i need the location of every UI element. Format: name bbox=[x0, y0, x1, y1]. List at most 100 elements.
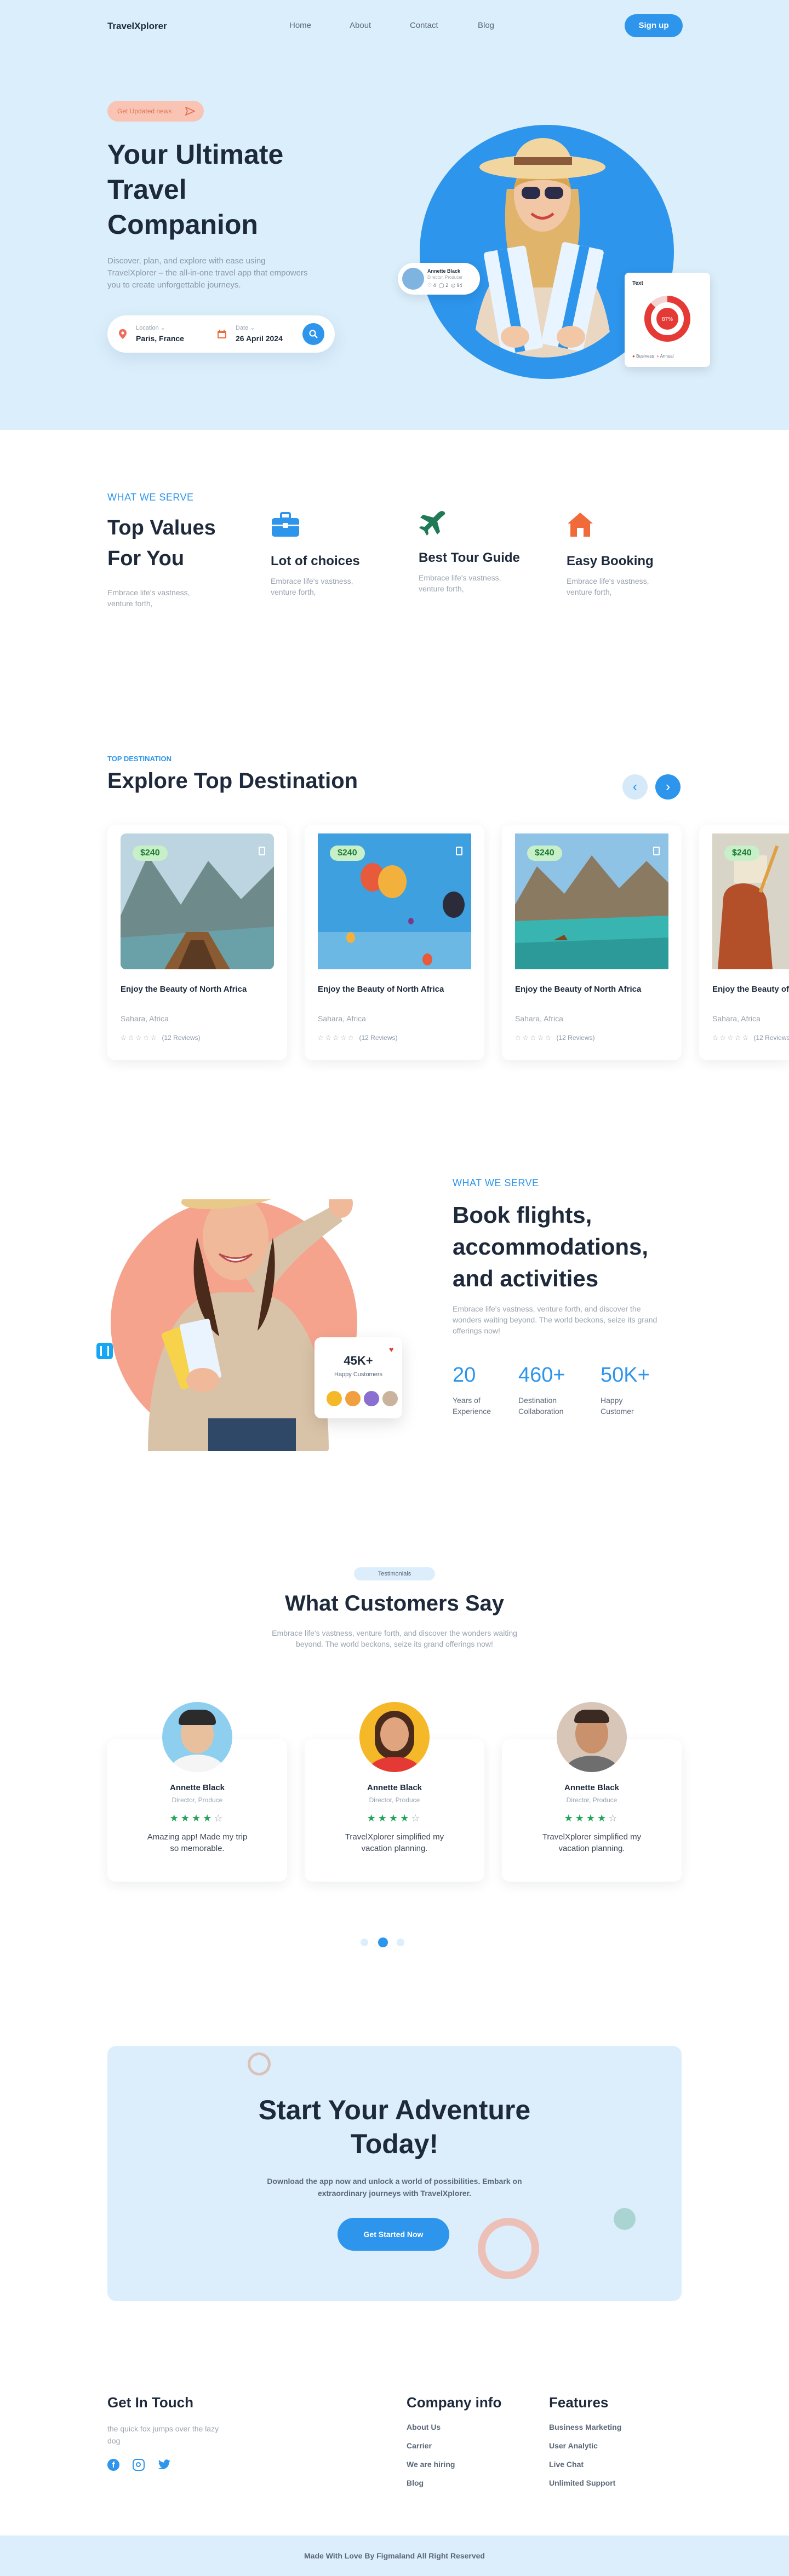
destination-title: Enjoy the Beauty of North Africa bbox=[712, 985, 789, 994]
booking-desc: Embrace life's vastness, venture forth, … bbox=[453, 1304, 658, 1335]
donut-center-label: 87% bbox=[662, 317, 673, 323]
profile-card: Annette Black Director, Producer ♡ 4 ◯ 2… bbox=[398, 263, 480, 295]
bookmark-icon[interactable] bbox=[259, 847, 265, 855]
testimonial-quote: TravelXplorer simplified my vacation pla… bbox=[345, 1832, 444, 1853]
footer-link[interactable]: Carrier bbox=[407, 2441, 432, 2450]
avatar bbox=[325, 1390, 343, 1407]
footer-bottom-bar: Made With Love By Figmaland All Right Re… bbox=[0, 2535, 789, 2576]
values-kicker: WHAT WE SERVE bbox=[107, 492, 194, 503]
destination-rating: ☆☆☆☆☆ (12 Reviews) bbox=[515, 1034, 595, 1042]
footer-link[interactable]: Blog bbox=[407, 2479, 424, 2487]
avatar bbox=[344, 1390, 362, 1407]
avatar bbox=[363, 1390, 380, 1407]
stat-destination: 460+ Destination Collaboration bbox=[518, 1364, 579, 1417]
star-rating: ★★★★☆ bbox=[169, 1813, 225, 1824]
hero-subtitle: Discover, plan, and explore with ease us… bbox=[107, 256, 308, 290]
news-badge-label: Get Updated news bbox=[117, 107, 172, 115]
nav-contact[interactable]: Contact bbox=[410, 21, 438, 30]
carousel-dot-active[interactable] bbox=[378, 1937, 388, 1947]
bookmark-icon[interactable] bbox=[653, 847, 660, 855]
news-badge[interactable]: Get Updated news bbox=[107, 101, 204, 122]
testimonial-card: Annette Black Director, Produce ★★★★☆ Tr… bbox=[502, 1702, 682, 1882]
destinations-kicker: TOP DESTINATION bbox=[107, 755, 172, 763]
avatar bbox=[402, 268, 424, 290]
customers-label: Happy Customers bbox=[334, 1371, 383, 1378]
testimonial-name: Annette Black bbox=[367, 1783, 422, 1792]
search-button[interactable] bbox=[302, 323, 324, 345]
app-icon bbox=[96, 1343, 113, 1359]
stat-experience: 20 Years of Experience bbox=[453, 1364, 502, 1417]
destination-title: Enjoy the Beauty of North Africa bbox=[515, 985, 642, 994]
logo[interactable]: TravelXplorer bbox=[107, 21, 167, 32]
next-button[interactable]: › bbox=[655, 774, 681, 800]
happy-customers-card: ♥ 45K+ Happy Customers bbox=[315, 1337, 402, 1418]
cta-section: Start Your Adventure Today! Download the… bbox=[107, 2046, 682, 2301]
chart-card-title: Text bbox=[632, 280, 643, 286]
nav-about[interactable]: About bbox=[350, 21, 371, 30]
testimonials-desc: Embrace life's vastness, venture forth, … bbox=[272, 1629, 517, 1648]
nav-blog[interactable]: Blog bbox=[478, 21, 494, 30]
testimonial-card: Annette Black Director, Produce ★★★★☆ Am… bbox=[107, 1702, 287, 1882]
destination-location: Sahara, Africa bbox=[515, 1014, 563, 1023]
bookmark-icon[interactable] bbox=[456, 847, 462, 855]
price-badge: $240 bbox=[330, 846, 365, 861]
twitter-icon[interactable] bbox=[158, 2459, 171, 2470]
value-title: Lot of choices bbox=[271, 554, 360, 568]
destination-card[interactable]: $240 Enjoy the Beauty of North Africa Sa… bbox=[107, 825, 287, 1060]
booking-kicker: WHAT WE SERVE bbox=[453, 1177, 539, 1188]
carousel-dot[interactable] bbox=[361, 1939, 368, 1946]
chart-legend: ● Business ● Annual bbox=[632, 354, 674, 359]
get-started-button[interactable]: Get Started Now bbox=[338, 2218, 449, 2251]
footer-link[interactable]: User Analytic bbox=[549, 2441, 598, 2450]
send-icon bbox=[185, 107, 195, 116]
footer-link[interactable]: Unlimited Support bbox=[549, 2479, 615, 2487]
instagram-icon[interactable] bbox=[133, 2459, 145, 2471]
footer-link[interactable]: About Us bbox=[407, 2423, 441, 2431]
facebook-icon[interactable]: f bbox=[107, 2459, 119, 2471]
destination-rating: ☆☆☆☆☆ (12 Reviews) bbox=[318, 1034, 398, 1042]
date-label: Date ⌄ bbox=[236, 325, 255, 331]
footer-link[interactable]: We are hiring bbox=[407, 2460, 455, 2469]
value-title: Best Tour Guide bbox=[419, 550, 520, 565]
values-title: Top Values For You bbox=[107, 516, 216, 570]
date-value[interactable]: 26 April 2024 bbox=[236, 334, 283, 343]
testimonial-name: Annette Black bbox=[564, 1783, 620, 1792]
chevron-right-icon: › bbox=[665, 778, 671, 795]
testimonial-role: Director, Produce bbox=[369, 1796, 420, 1804]
copyright: Made With Love By Figmaland All Right Re… bbox=[304, 2551, 485, 2560]
nav-home[interactable]: Home bbox=[289, 21, 311, 30]
signup-button[interactable]: Sign up bbox=[625, 14, 683, 37]
carousel-dot[interactable] bbox=[397, 1939, 404, 1946]
value-item-choices: Lot of choices Embrace life's vastness, … bbox=[271, 511, 375, 597]
stat-value: 20 bbox=[453, 1364, 476, 1387]
destination-card[interactable]: $240 Enjoy the Beauty of North Africa Sa… bbox=[502, 825, 682, 1060]
decor-dot bbox=[614, 2208, 636, 2230]
testimonial-quote: TravelXplorer simplified my vacation pla… bbox=[542, 1832, 642, 1853]
booking-title: Book flights, accommodations, and activi… bbox=[453, 1202, 649, 1291]
destination-card[interactable]: $240 Enjoy the Beauty of North Africa Sa… bbox=[305, 825, 484, 1060]
price-badge: $240 bbox=[527, 846, 562, 861]
value-item-guide: Best Tour Guide Embrace life's vastness,… bbox=[419, 509, 523, 594]
search-icon bbox=[309, 330, 318, 338]
star-icons: ☆☆☆☆☆ bbox=[121, 1034, 158, 1042]
cta-desc: Download the app now and unlock a world … bbox=[267, 2177, 522, 2198]
destination-card[interactable]: $240 Enjoy the Beauty of North Africa Sa… bbox=[699, 825, 789, 1060]
avatar bbox=[557, 1702, 627, 1772]
destination-title: Enjoy the Beauty of North Africa bbox=[121, 985, 247, 994]
testimonial-name: Annette Black bbox=[169, 1783, 225, 1792]
hero-title: Your Ultimate Travel Companion bbox=[107, 139, 284, 240]
footer-link[interactable]: Live Chat bbox=[549, 2460, 584, 2469]
location-value[interactable]: Paris, France bbox=[136, 334, 184, 343]
profile-name: Annette Black bbox=[427, 268, 461, 274]
testimonial-role: Director, Produce bbox=[171, 1796, 223, 1804]
footer-link[interactable]: Business Marketing bbox=[549, 2423, 621, 2431]
star-icons: ☆☆☆☆☆ bbox=[318, 1034, 356, 1042]
testimonial-card: Annette Black Director, Produce ★★★★☆ Tr… bbox=[305, 1702, 484, 1882]
destination-location: Sahara, Africa bbox=[121, 1014, 169, 1023]
calendar-icon bbox=[218, 330, 226, 338]
profile-role: Director, Producer bbox=[427, 275, 463, 280]
decor-ring bbox=[478, 2218, 539, 2279]
heart-icon: ♥ bbox=[389, 1345, 394, 1354]
prev-button[interactable]: ‹ bbox=[622, 774, 648, 800]
chevron-left-icon: ‹ bbox=[632, 778, 638, 795]
